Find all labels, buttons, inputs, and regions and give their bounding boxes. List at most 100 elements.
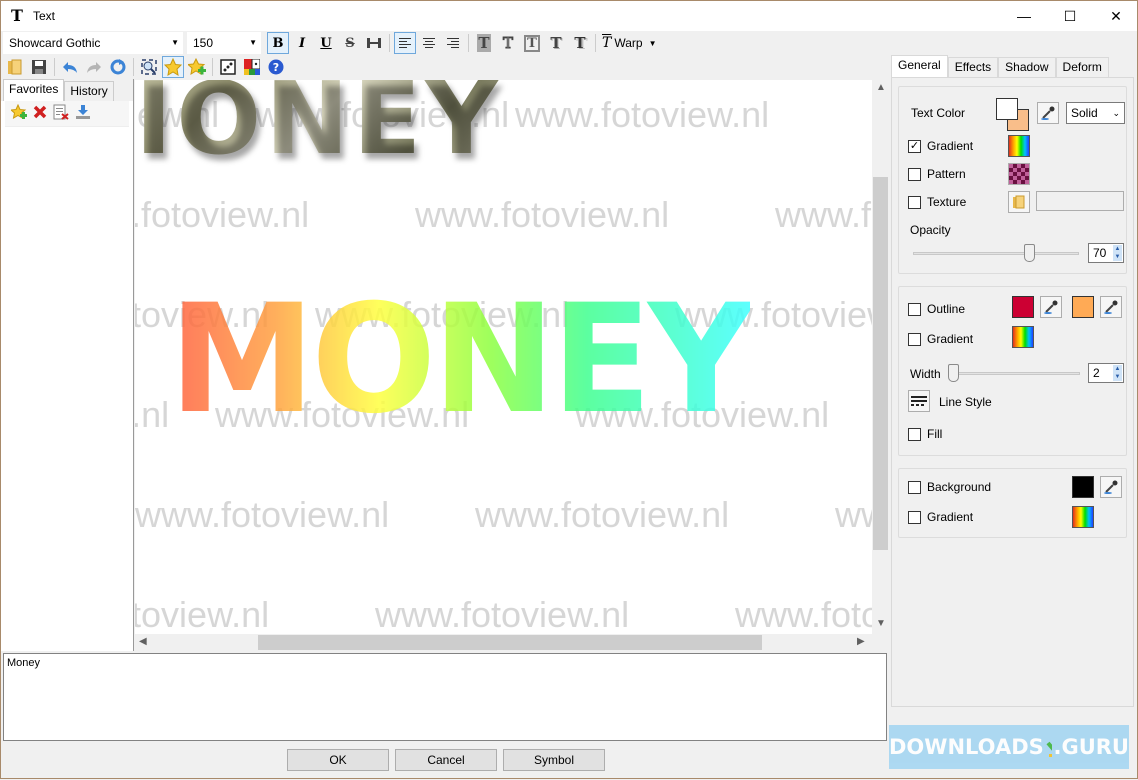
tab-general[interactable]: General — [891, 55, 948, 77]
background-gradient-button[interactable] — [1072, 506, 1094, 528]
eyedropper-icon — [1044, 300, 1058, 314]
scroll-down-icon[interactable]: ▼ — [876, 618, 886, 629]
separator — [389, 34, 390, 52]
save-icon — [32, 60, 46, 74]
font-name-value: Showcard Gothic — [9, 36, 101, 50]
tab-deform[interactable]: Deform — [1055, 57, 1109, 77]
ok-button[interactable]: OK — [287, 749, 389, 771]
watermark: www.fotoview.nl — [135, 494, 390, 535]
background-checkbox[interactable] — [908, 481, 921, 494]
background-gradient-checkbox[interactable] — [908, 511, 921, 524]
style-shadow-icon: T — [574, 34, 586, 52]
width-spinner[interactable]: 2 ▲ ▼ — [1088, 363, 1124, 383]
outline-color-swatch[interactable] — [1012, 296, 1034, 318]
vertical-scrollbar[interactable]: ▲ ▼ — [872, 80, 889, 634]
help-button[interactable]: ? — [265, 56, 287, 78]
spinner-arrows-icon[interactable]: ▲ ▼ — [1113, 245, 1122, 261]
align-right-button[interactable] — [442, 32, 464, 54]
pattern-picker-button[interactable] — [1008, 163, 1030, 185]
outline-color-picker-button[interactable] — [1040, 296, 1062, 318]
outline-gradient-button[interactable] — [1012, 326, 1034, 348]
separator — [212, 58, 213, 76]
scroll-thumb[interactable] — [873, 177, 888, 550]
scroll-up-icon[interactable]: ▲ — [876, 82, 886, 93]
scroll-thumb[interactable] — [258, 635, 762, 650]
fill-checkbox[interactable] — [908, 428, 921, 441]
close-button[interactable]: ✕ — [1093, 1, 1138, 31]
font-size-select[interactable]: 150 ▼ — [187, 32, 261, 54]
random-color-button[interactable] — [241, 56, 263, 78]
primary-color-swatch[interactable] — [996, 98, 1018, 120]
outline-secondary-picker-button[interactable] — [1100, 296, 1122, 318]
tab-favorites[interactable]: Favorites — [3, 79, 65, 101]
text-input[interactable]: Money — [3, 653, 887, 741]
text-style-boxed-button[interactable]: T — [521, 32, 543, 54]
tab-effects[interactable]: Effects — [947, 57, 999, 77]
text-style-filled-button[interactable]: T — [473, 32, 495, 54]
minimize-button[interactable]: — — [1001, 1, 1047, 31]
strikethrough-button[interactable]: S — [339, 32, 361, 54]
text-style-shadow-button[interactable]: T — [569, 32, 591, 54]
warp-dropdown[interactable]: T Warp ▼ — [599, 32, 660, 54]
width-slider-thumb[interactable] — [948, 364, 959, 382]
align-center-button[interactable] — [418, 32, 440, 54]
cancel-button[interactable]: Cancel — [395, 749, 497, 771]
scroll-right-icon[interactable]: ▶ — [857, 636, 865, 647]
opacity-slider-thumb[interactable] — [1024, 244, 1036, 262]
pattern-checkbox[interactable] — [908, 168, 921, 181]
letter-spacing-button[interactable] — [363, 32, 385, 54]
width-slider-track[interactable] — [950, 372, 1080, 375]
outline-secondary-color-swatch[interactable] — [1072, 296, 1094, 318]
line-style-button[interactable] — [908, 390, 930, 412]
width-label: Width — [910, 367, 941, 381]
zoom-fit-icon — [141, 59, 157, 75]
main-toolbar: ? — [1, 55, 889, 79]
bold-button[interactable]: B — [267, 32, 289, 54]
add-favorite-button[interactable] — [9, 103, 27, 123]
tab-history[interactable]: History — [64, 81, 114, 101]
underline-button[interactable]: U — [315, 32, 337, 54]
tab-shadow[interactable]: Shadow — [998, 57, 1056, 77]
separator — [133, 58, 134, 76]
gradient-editor-button[interactable] — [1008, 135, 1030, 157]
delete-favorite-button[interactable] — [33, 105, 47, 122]
add-favorite-button[interactable] — [186, 56, 208, 78]
text-style-emboss-button[interactable]: T — [545, 32, 567, 54]
align-left-button[interactable] — [394, 32, 416, 54]
scroll-left-icon[interactable]: ◀ — [139, 636, 147, 647]
refresh-button[interactable] — [107, 56, 129, 78]
symbol-button[interactable]: Symbol — [503, 749, 605, 771]
background-color-swatch[interactable] — [1072, 476, 1094, 498]
horizontal-scrollbar[interactable]: ◀ ▶ — [135, 634, 872, 651]
font-name-select[interactable]: Showcard Gothic ▼ — [3, 32, 183, 54]
background-color-picker-button[interactable] — [1100, 476, 1122, 498]
gradient-checkbox[interactable]: ✓ — [908, 140, 921, 153]
eyedropper-icon — [1041, 106, 1055, 120]
spinner-arrows-icon[interactable]: ▲ ▼ — [1113, 365, 1122, 381]
texture-checkbox[interactable] — [908, 196, 921, 209]
separator — [54, 58, 55, 76]
italic-button[interactable]: I — [291, 32, 313, 54]
text-color-picker-button[interactable] — [1037, 102, 1059, 124]
maximize-button[interactable]: ☐ — [1047, 1, 1093, 31]
outline-gradient-checkbox[interactable] — [908, 333, 921, 346]
texture-path-field[interactable] — [1036, 191, 1124, 211]
fill-mode-select[interactable]: Solid ⌄ — [1066, 102, 1125, 124]
redo-button[interactable] — [83, 56, 105, 78]
line-style-icon — [911, 396, 927, 406]
open-button[interactable] — [4, 56, 26, 78]
preview-canvas[interactable]: www.fotoview.nl www.fotoview.nl www.foto… — [135, 80, 872, 634]
outline-label: Outline — [927, 302, 966, 316]
delete-all-button[interactable] — [53, 104, 69, 123]
undo-button[interactable] — [59, 56, 81, 78]
import-button[interactable] — [75, 104, 91, 123]
opacity-spinner[interactable]: 70 ▲ ▼ — [1088, 243, 1124, 263]
opacity-slider-track[interactable] — [913, 252, 1079, 255]
text-style-outline-button[interactable]: T — [497, 32, 519, 54]
favorites-button[interactable] — [162, 56, 184, 78]
texture-open-button[interactable] — [1008, 191, 1030, 213]
zoom-fit-button[interactable] — [138, 56, 160, 78]
outline-checkbox[interactable] — [908, 303, 921, 316]
random-button[interactable] — [217, 56, 239, 78]
save-button[interactable] — [28, 56, 50, 78]
